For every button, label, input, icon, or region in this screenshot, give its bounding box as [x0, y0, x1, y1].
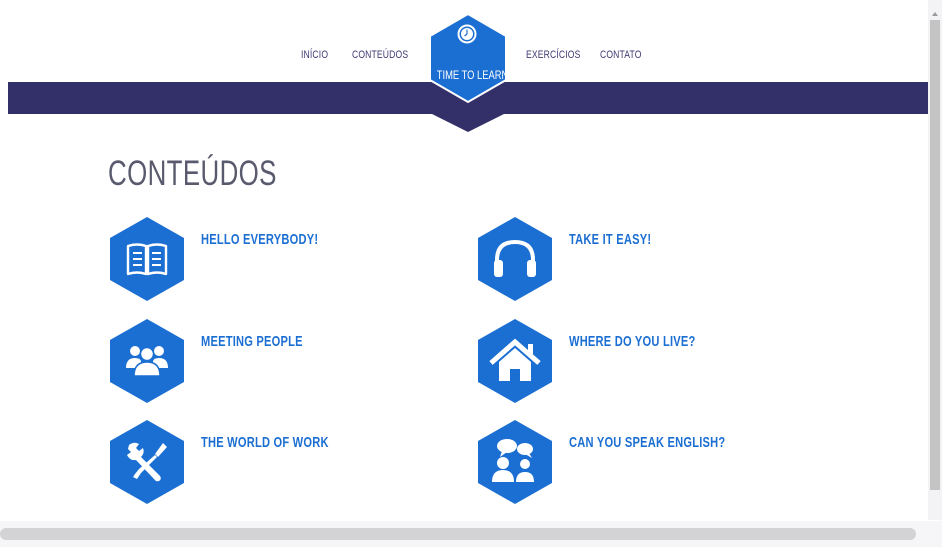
nav-item-contato[interactable]: CONTATO: [600, 49, 642, 61]
horizontal-scrollbar[interactable]: [0, 521, 942, 547]
topic-can-you-speak-english[interactable]: CAN YOU SPEAK ENGLISH?: [476, 419, 776, 505]
horizontal-scroll-thumb[interactable]: [0, 528, 916, 540]
home-icon: [478, 319, 552, 403]
vertical-scroll-thumb[interactable]: [930, 20, 940, 490]
topic-label: CAN YOU SPEAK ENGLISH?: [569, 434, 726, 451]
topic-label: WHERE DO YOU LIVE?: [569, 333, 696, 350]
topic-hello-everybody[interactable]: HELLO EVERYBODY!: [108, 216, 408, 302]
topic-label: THE WORLD OF WORK: [201, 434, 329, 451]
logo-text: TIME TO LEARN: [436, 68, 509, 82]
topic-take-it-easy[interactable]: TAKE IT EASY!: [476, 216, 776, 302]
people-group-icon: [110, 319, 184, 403]
topic-label: HELLO EVERYBODY!: [201, 231, 319, 248]
site-logo[interactable]: TIME TO LEARN: [428, 14, 508, 134]
nav-item-exercicios[interactable]: EXERCÍCIOS: [526, 49, 580, 61]
speaking-people-icon: [478, 420, 552, 504]
vertical-scrollbar[interactable]: [928, 0, 942, 520]
headphones-icon: [478, 217, 552, 301]
clock-icon: [457, 24, 477, 44]
topic-world-of-work[interactable]: THE WORLD OF WORK: [108, 419, 408, 505]
nav-item-conteudos[interactable]: CONTEÚDOS: [352, 49, 408, 61]
nav-item-inicio[interactable]: INÍCIO: [301, 49, 328, 61]
topic-label: TAKE IT EASY!: [569, 231, 652, 248]
topic-label: MEETING PEOPLE: [201, 333, 303, 350]
page-title: CONTEÚDOS: [108, 154, 277, 193]
topic-meeting-people[interactable]: MEETING PEOPLE: [108, 318, 408, 404]
scroll-up-arrow-icon[interactable]: [932, 12, 938, 16]
topic-where-do-you-live[interactable]: WHERE DO YOU LIVE?: [476, 318, 776, 404]
tools-icon: [110, 420, 184, 504]
book-icon: [110, 217, 184, 301]
